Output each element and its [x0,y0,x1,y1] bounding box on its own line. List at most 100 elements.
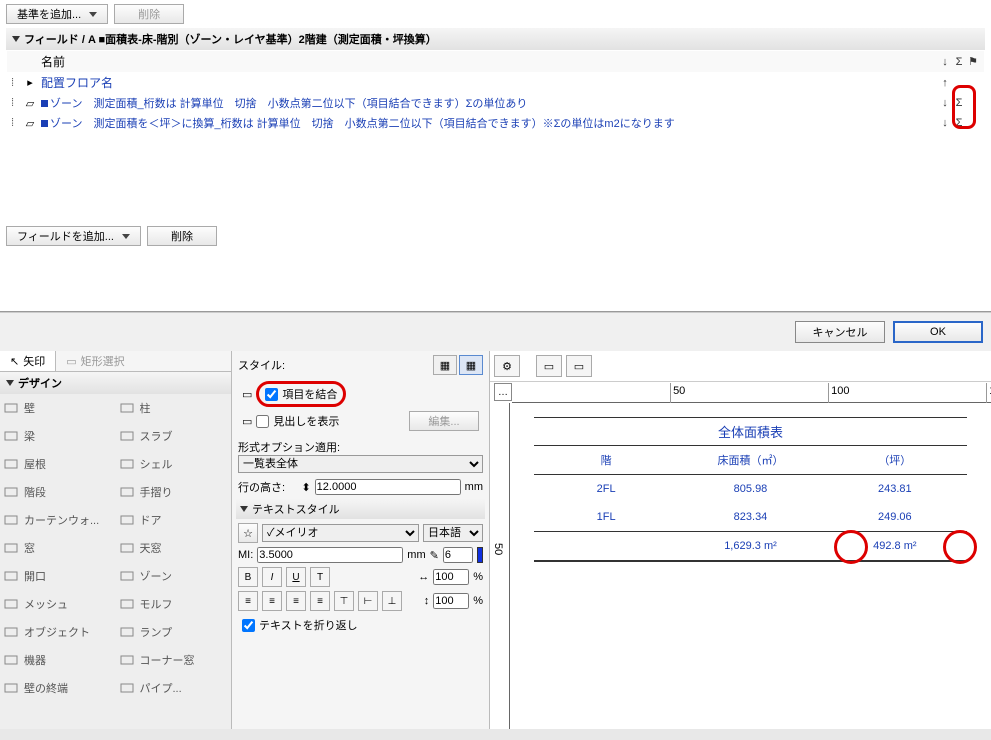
table-row: 1FL823.34249.06 [534,503,967,531]
tool-icon[interactable] [116,422,138,450]
tab-marquee[interactable]: ▭矩形選択 [56,351,134,371]
tool-icon[interactable] [116,534,138,562]
tool-icon[interactable] [116,394,138,422]
field-row[interactable]: ⁞ ▱ ゾーン 測定面積_桁数は 計算単位 切捨 小数点第二位以下（項目結合でき… [7,93,984,113]
align-justify-button[interactable]: ≡ [310,591,330,611]
layout-tool-2-icon[interactable]: ▭ [566,355,592,377]
tool-icon[interactable] [116,674,138,702]
pen-input[interactable] [443,547,473,563]
delete-criteria-button[interactable]: 削除 [114,4,184,24]
underline-button[interactable]: U [286,567,306,587]
tool-icon[interactable] [0,618,22,646]
tool-label[interactable]: 階段 [22,478,116,506]
tool-icon[interactable] [116,450,138,478]
row-height-input[interactable] [315,479,461,495]
disclosure-icon [12,36,20,42]
edit-button[interactable]: 編集... [409,411,479,431]
bold-button[interactable]: B [238,567,258,587]
tool-label[interactable]: モルフ [138,590,232,618]
tool-label[interactable]: 天窓 [138,534,232,562]
tool-label[interactable]: ゾーン [138,562,232,590]
tool-label[interactable]: ランプ [138,618,232,646]
tool-icon[interactable] [0,590,22,618]
unit-mm: mm [465,481,483,493]
tool-icon[interactable] [0,478,22,506]
font-size-input[interactable] [257,547,403,563]
tool-icon[interactable] [0,534,22,562]
align-center-button[interactable]: ≡ [262,591,282,611]
drag-handle-icon[interactable]: ⁞ [11,77,23,89]
delete-field-button[interactable]: 削除 [147,226,217,246]
tool-label[interactable]: 開口 [22,562,116,590]
tool-icon[interactable] [0,646,22,674]
parallelogram-icon: ▱ [23,97,37,110]
layout-tool-1-icon[interactable]: ▭ [536,355,562,377]
cancel-button[interactable]: キャンセル [795,321,885,343]
add-criteria-button[interactable]: 基準を追加... [6,4,108,24]
tool-label[interactable]: オブジェクト [22,618,116,646]
tool-icon[interactable] [0,674,22,702]
width-scale-input[interactable] [433,569,469,585]
tool-icon[interactable] [0,506,22,534]
field-row[interactable]: ⁞ ▸ 配置フロア名 ↑ [7,72,984,93]
width-scale-icon: ↔ [418,571,429,583]
format-option-select[interactable]: 一覧表全体 [238,455,483,473]
settings-icon[interactable]: ⚙ [494,355,520,377]
tool-label[interactable]: メッシュ [22,590,116,618]
style-label: スタイル: [238,357,285,373]
tool-label[interactable]: パイプ... [138,674,232,702]
color-swatch[interactable] [477,547,483,563]
tool-label[interactable]: 屋根 [22,450,116,478]
tool-label[interactable]: シェル [138,450,232,478]
tool-label[interactable]: 窓 [22,534,116,562]
valign-mid-button[interactable]: ⊢ [358,591,378,611]
valign-top-button[interactable]: ⊤ [334,591,354,611]
favorite-star-button[interactable]: ☆ [238,523,258,543]
tool-icon[interactable] [116,478,138,506]
spacing-input[interactable] [433,593,469,609]
tab-arrow[interactable]: ↖矢印 [0,351,56,371]
drag-handle-icon[interactable]: ⁞ [11,117,23,129]
ok-button[interactable]: OK [893,321,983,343]
tool-label[interactable]: 梁 [22,422,116,450]
view-list-icon[interactable]: ▦ [433,355,457,375]
view-grid-icon[interactable]: ▦ [459,355,483,375]
text-style-header[interactable]: テキストスタイル [236,499,485,519]
italic-button[interactable]: I [262,567,282,587]
field-row[interactable]: ⁞ ▱ ゾーン 測定面積を＜坪＞に換算_桁数は 計算単位 切捨 小数点第二位以下… [7,113,984,133]
strike-button[interactable]: T [310,567,330,587]
script-select[interactable]: 日本語 [423,524,483,542]
merge-items-checkbox[interactable] [265,388,278,401]
align-right-button[interactable]: ≡ [286,591,306,611]
tool-label[interactable]: カーテンウォ... [22,506,116,534]
tool-icon[interactable] [116,562,138,590]
tool-label[interactable]: コーナー窓 [138,646,232,674]
design-section-header[interactable]: デザイン [0,372,231,394]
ruler-origin-button[interactable]: … [494,383,512,401]
valign-bottom-button[interactable]: ⊥ [382,591,402,611]
tool-icon[interactable] [0,394,22,422]
tool-icon[interactable] [116,506,138,534]
add-field-button[interactable]: フィールドを追加... [6,226,141,246]
wrap-text-checkbox[interactable] [242,619,255,632]
tool-label[interactable]: 手摺り [138,478,232,506]
tool-label[interactable]: 柱 [138,394,232,422]
tool-label[interactable]: 機器 [22,646,116,674]
tool-label[interactable]: スラブ [138,422,232,450]
drag-handle-icon[interactable]: ⁞ [11,97,23,109]
tool-label[interactable]: 壁の終端 [22,674,116,702]
tool-icon[interactable] [116,618,138,646]
tool-icon[interactable] [0,562,22,590]
cursor-icon: ↖ [10,355,19,368]
tool-icon[interactable] [116,646,138,674]
tool-label[interactable]: ドア [138,506,232,534]
tool-label[interactable]: 壁 [22,394,116,422]
tool-icon[interactable] [0,450,22,478]
show-header-checkbox[interactable] [256,415,269,428]
font-select[interactable]: ✓メイリオ [262,524,419,542]
merge-items-label: 項目を結合 [282,386,337,402]
tool-icon[interactable] [116,590,138,618]
align-left-button[interactable]: ≡ [238,591,258,611]
tool-icon[interactable] [0,422,22,450]
sigma-header: Σ [952,56,966,68]
